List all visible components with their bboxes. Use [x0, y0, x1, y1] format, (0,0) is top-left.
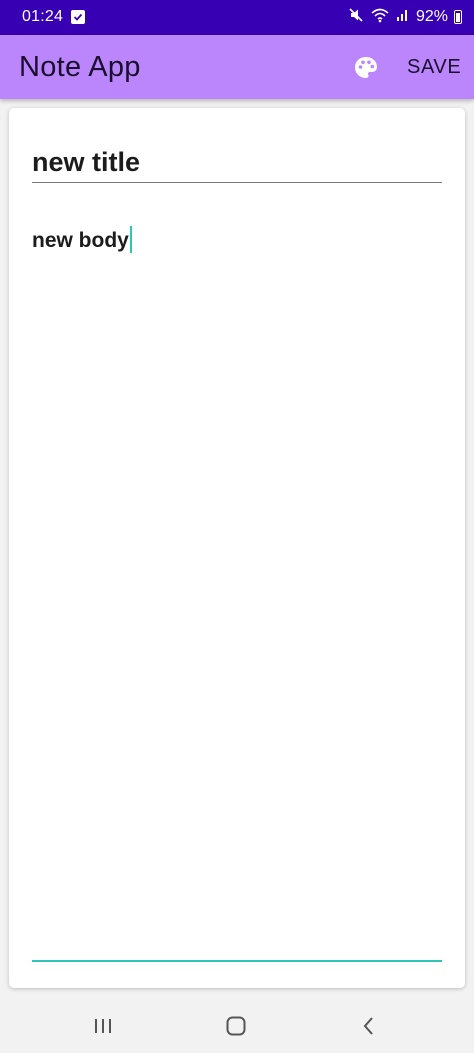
note-title-field[interactable] — [32, 142, 442, 183]
checkbox-notification-icon — [71, 10, 85, 24]
status-bar: 01:24 92% — [0, 0, 474, 35]
wifi-icon — [370, 7, 390, 28]
note-body-field[interactable]: new body — [32, 226, 442, 962]
battery-percent: 92% — [415, 8, 448, 25]
home-icon[interactable] — [221, 1014, 251, 1038]
save-button[interactable]: SAVE — [407, 56, 461, 79]
mute-icon — [348, 7, 364, 28]
text-cursor — [129, 226, 132, 253]
note-body-text: new body — [32, 229, 129, 252]
status-time: 01:24 — [22, 8, 64, 25]
palette-icon[interactable] — [351, 53, 381, 83]
recent-apps-icon[interactable] — [88, 1014, 118, 1038]
app-title: Note App — [19, 51, 141, 83]
battery-icon — [454, 10, 462, 24]
signal-icon — [396, 8, 410, 27]
back-icon[interactable] — [354, 1014, 384, 1038]
app-bar: Note App SAVE — [0, 35, 474, 99]
note-editor-card: new body — [9, 108, 465, 988]
status-icons: 92% — [348, 7, 462, 27]
system-nav-bar — [0, 998, 474, 1053]
